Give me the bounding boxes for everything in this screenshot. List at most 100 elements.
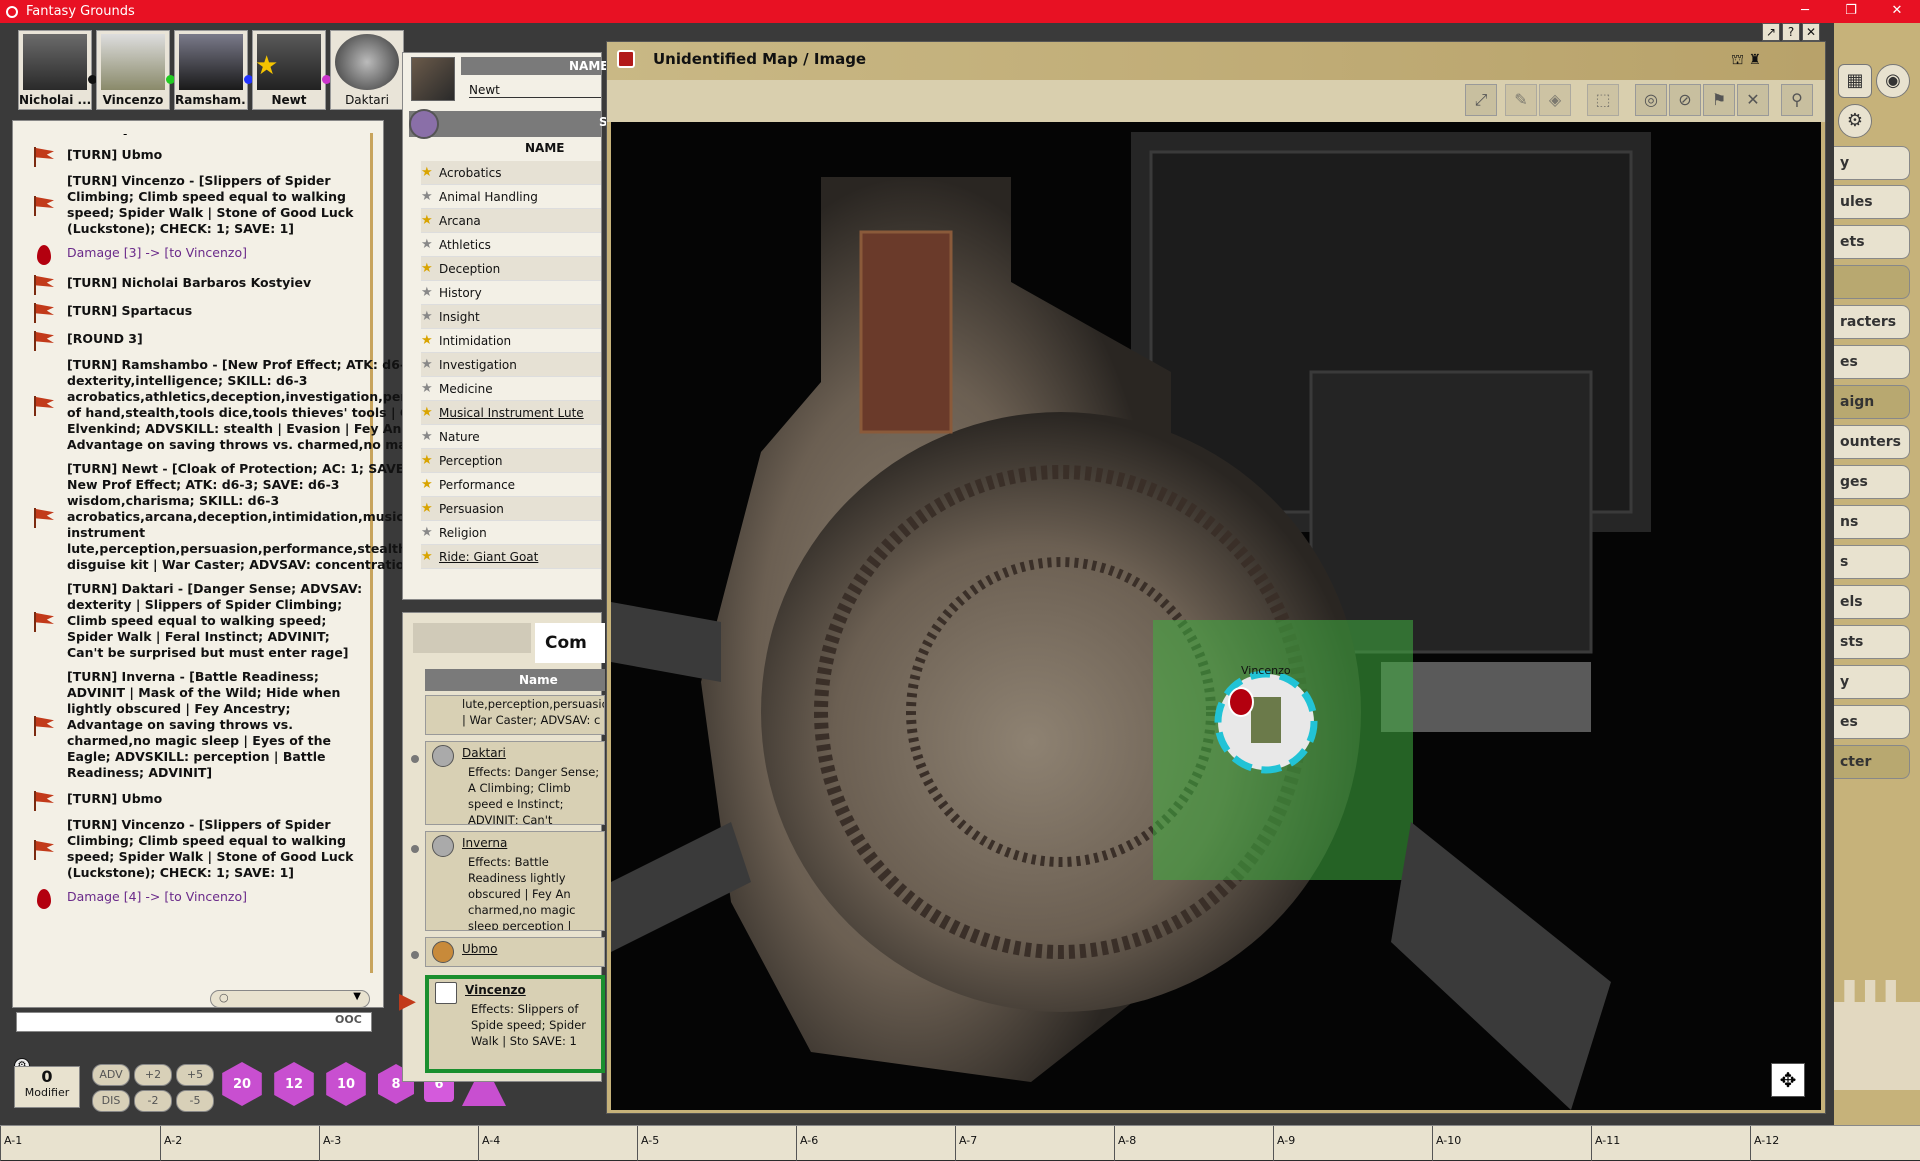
sidebar-tab-sets[interactable]: ets	[1834, 225, 1910, 259]
portrait-daktari[interactable]: Daktari	[330, 30, 404, 110]
skill-row[interactable]: ★ Musical Instrument Lute	[421, 401, 601, 425]
hotkey-slot[interactable]: A-9	[1273, 1126, 1295, 1161]
star-icon[interactable]: ★	[421, 285, 439, 300]
star-icon[interactable]: ★	[421, 525, 439, 540]
lock-icon[interactable]: ⛫ ♜	[1731, 52, 1761, 70]
hotkey-slot[interactable]: A-4	[478, 1126, 500, 1161]
hotkey-slot[interactable]: A-8	[1114, 1126, 1136, 1161]
hotkey-slot[interactable]: A-7	[955, 1126, 977, 1161]
combat-radio[interactable]	[411, 845, 419, 853]
prof-star-icon[interactable]: ★	[421, 405, 439, 420]
gear-icon[interactable]: ⚙	[1838, 104, 1872, 138]
portrait-ramshambo[interactable]: Ramsham...	[174, 30, 253, 110]
skill-row[interactable]: ★ Insight	[421, 305, 601, 329]
prof-star-icon[interactable]: ★	[421, 165, 439, 180]
clear-icon[interactable]: ✕	[1737, 84, 1769, 116]
pin-icon[interactable]: ⚲	[1781, 84, 1813, 116]
hotkey-slot[interactable]: A-5	[637, 1126, 659, 1161]
hotkey-slot[interactable]: A-6	[796, 1126, 818, 1161]
sidebar-tab-npcs[interactable]: s	[1834, 545, 1910, 579]
expand-button[interactable]: ↗	[1762, 23, 1780, 41]
sidebar-tab-tables[interactable]: es	[1834, 705, 1910, 739]
skill-row[interactable]: ★ Investigation	[421, 353, 601, 377]
skill-row[interactable]: ★ Performance	[421, 473, 601, 497]
calendar-icon[interactable]: ▦	[1838, 64, 1872, 98]
palette-icon[interactable]: ◉	[1876, 64, 1910, 98]
star-icon[interactable]: ★	[421, 429, 439, 444]
center-view-button[interactable]: ✥	[1771, 1063, 1805, 1097]
sidebar-tab-rules[interactable]: ules	[1834, 185, 1910, 219]
dis-button[interactable]: DIS	[92, 1090, 130, 1112]
star-icon[interactable]: ★	[421, 237, 439, 252]
skill-row[interactable]: ★ Acrobatics	[421, 161, 601, 185]
chat-mode-select[interactable]: ○ ▼	[210, 990, 370, 1008]
combat-entry-daktari[interactable]: Daktari Effects: Danger Sense; A Climbing…	[425, 741, 605, 825]
skill-name[interactable]: Musical Instrument Lute	[439, 406, 584, 420]
flag-icon[interactable]: ⚑	[1703, 84, 1735, 116]
modifier-box[interactable]: 0 Modifier	[14, 1066, 80, 1108]
skill-row[interactable]: ★ Religion	[421, 521, 601, 545]
sidebar-tab-campaign[interactable]: aign	[1834, 385, 1910, 419]
portrait-vincenzo[interactable]: Vincenzo	[96, 30, 175, 110]
ooc-toggle[interactable]: OOC	[335, 1013, 362, 1026]
d10-die[interactable]: 10	[326, 1062, 366, 1106]
plus2-button[interactable]: +2	[134, 1064, 172, 1086]
close-button[interactable]: ✕	[1874, 0, 1920, 23]
minimize-button[interactable]: ─	[1782, 0, 1828, 23]
star-icon[interactable]: ★	[421, 189, 439, 204]
sidebar-tab-encounters[interactable]: ounters	[1834, 425, 1910, 459]
sidebar-tab-items[interactable]: ns	[1834, 505, 1910, 539]
skill-row[interactable]: ★ Medicine	[421, 377, 601, 401]
sidebar-tab-parcels[interactable]: els	[1834, 585, 1910, 619]
character-name[interactable]: Newt	[469, 83, 601, 98]
star-icon[interactable]: ★	[421, 309, 439, 324]
skill-row[interactable]: ★ Ride: Giant Goat	[421, 545, 601, 569]
skill-name[interactable]: Ride: Giant Goat	[439, 550, 538, 564]
sidebar-tab-character[interactable]: cter	[1834, 745, 1910, 779]
prof-star-icon[interactable]: ★	[421, 477, 439, 492]
hotkey-slot[interactable]: A-12	[1750, 1126, 1779, 1161]
prof-star-icon[interactable]: ★	[421, 213, 439, 228]
pencil-icon[interactable]: ✎	[1505, 84, 1537, 116]
sidebar-tab-library[interactable]: y	[1834, 146, 1910, 180]
hotkey-slot[interactable]: A-11	[1591, 1126, 1620, 1161]
combat-tab-blank[interactable]	[413, 623, 531, 653]
plus5-button[interactable]: +5	[176, 1064, 214, 1086]
select-icon[interactable]: ⬚	[1587, 84, 1619, 116]
target-icon[interactable]: ◎	[1635, 84, 1667, 116]
prof-star-icon[interactable]: ★	[421, 549, 439, 564]
eraser-icon[interactable]: ◈	[1539, 84, 1571, 116]
skill-row[interactable]: ★ Nature	[421, 425, 601, 449]
star-icon[interactable]: ★	[421, 357, 439, 372]
skill-row[interactable]: ★ Deception	[421, 257, 601, 281]
combat-entry-ubmo[interactable]: Ubmo	[425, 937, 605, 967]
skill-row[interactable]: ★ Perception	[421, 449, 601, 473]
minus5-button[interactable]: -5	[176, 1090, 214, 1112]
sidebar-tab-story[interactable]: y	[1834, 665, 1910, 699]
skill-row[interactable]: ★ Arcana	[421, 209, 601, 233]
zoom-fit-icon[interactable]: ⤢	[1465, 84, 1497, 116]
skill-row[interactable]: ★ Persuasion	[421, 497, 601, 521]
hotkey-slot[interactable]: A-2	[160, 1126, 182, 1161]
sidebar-tab-blank[interactable]	[1834, 265, 1910, 299]
skill-row[interactable]: ★ Animal Handling	[421, 185, 601, 209]
d12-die[interactable]: 12	[274, 1062, 314, 1106]
skill-row[interactable]: ★ History	[421, 281, 601, 305]
combat-radio[interactable]	[411, 755, 419, 763]
chat-input[interactable]	[16, 1012, 372, 1032]
minus2-button[interactable]: -2	[134, 1090, 172, 1112]
adv-button[interactable]: ADV	[92, 1064, 130, 1086]
d20-die[interactable]: 20	[222, 1062, 262, 1106]
combat-radio[interactable]	[411, 951, 419, 959]
restore-button[interactable]: ❐	[1828, 0, 1874, 23]
sidebar-tab-notes[interactable]: es	[1834, 345, 1910, 379]
sidebar-tab-quests[interactable]: sts	[1834, 625, 1910, 659]
skill-row[interactable]: ★ Intimidation	[421, 329, 601, 353]
hotkey-slot[interactable]: A-1	[0, 1126, 22, 1161]
hotkey-slot[interactable]: A-10	[1432, 1126, 1461, 1161]
prof-star-icon[interactable]: ★	[421, 453, 439, 468]
portrait-nicholai[interactable]: Nicholai ...	[18, 30, 97, 110]
combat-entry-vincenzo[interactable]: Vincenzo Effects: Slippers of Spide speed…	[425, 975, 605, 1073]
star-icon[interactable]: ★	[421, 381, 439, 396]
combat-entry-newt[interactable]: lute,perception,persuasio | War Caster; …	[425, 695, 605, 735]
